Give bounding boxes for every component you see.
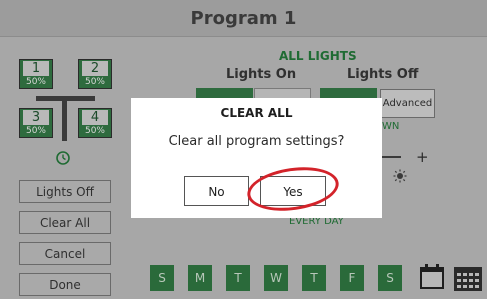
zone-number: 4: [82, 110, 108, 125]
calendar-single-icon[interactable]: [419, 262, 445, 290]
clock-icon: [56, 150, 70, 165]
zone-percent: 50%: [84, 126, 105, 136]
brightness-slider[interactable]: [382, 156, 401, 158]
down-label: WN: [382, 121, 400, 132]
day-toggle-mon[interactable]: M: [188, 265, 212, 291]
title-bar: Program 1: [0, 0, 487, 37]
sun-icon: [393, 168, 407, 183]
page-title: Program 1: [190, 8, 297, 29]
zone-number: 3: [23, 110, 49, 125]
lights-on-label: Lights On: [226, 67, 297, 82]
zone-percent: 50%: [84, 77, 105, 87]
zone-number: 1: [23, 61, 49, 76]
cancel-button[interactable]: Cancel: [19, 242, 111, 265]
day-toggle-tue[interactable]: T: [226, 265, 250, 291]
day-toggle-sun[interactable]: S: [150, 265, 174, 291]
clear-all-button[interactable]: Clear All: [19, 211, 111, 234]
zone-connector-stem: [62, 96, 67, 141]
day-toggle-sat[interactable]: S: [378, 265, 402, 291]
zone-tile-4[interactable]: 4 50%: [78, 108, 112, 138]
dialog-message: Clear all program settings?: [168, 134, 345, 149]
zone-tile-2[interactable]: 2 50%: [78, 59, 112, 89]
dialog-title: CLEAR ALL: [220, 106, 293, 120]
group-label: ALL LIGHTS: [279, 49, 357, 63]
zone-tile-3[interactable]: 3 50%: [19, 108, 53, 138]
zone-number: 2: [82, 61, 108, 76]
lights-off-label: Lights Off: [347, 67, 419, 82]
increase-button[interactable]: +: [416, 148, 429, 166]
no-button[interactable]: No: [184, 176, 249, 206]
zone-percent: 50%: [25, 126, 46, 136]
lights-off-button[interactable]: Lights Off: [19, 180, 111, 203]
done-button[interactable]: Done: [19, 273, 111, 296]
advanced-button[interactable]: Advanced: [380, 89, 435, 118]
zone-tile-1[interactable]: 1 50%: [19, 59, 53, 89]
calendar-grid-icon[interactable]: [453, 264, 483, 292]
zone-percent: 50%: [25, 77, 46, 87]
day-toggle-thu[interactable]: T: [302, 265, 326, 291]
day-toggle-fri[interactable]: F: [340, 265, 364, 291]
day-toggle-wed[interactable]: W: [264, 265, 288, 291]
